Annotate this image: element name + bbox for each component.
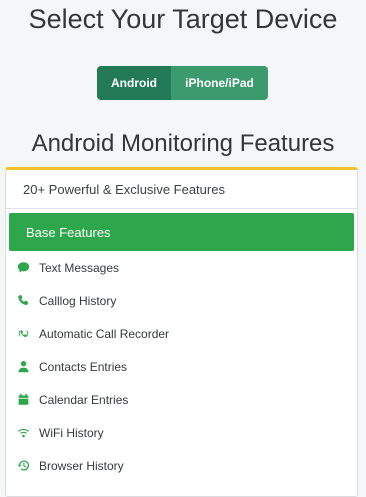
- wifi-icon: [16, 426, 30, 440]
- features-card-header: 20+ Powerful & Exclusive Features: [6, 170, 357, 209]
- call-recorder-icon: [16, 327, 30, 341]
- feature-item-calllog-history: Calllog History: [6, 284, 357, 317]
- android-tab[interactable]: Android: [97, 66, 171, 100]
- phone-icon: [16, 294, 30, 308]
- page-title: Select Your Target Device: [28, 4, 338, 34]
- iphone-ipad-tab[interactable]: iPhone/iPad: [171, 66, 268, 100]
- device-toggle: Android iPhone/iPad: [97, 66, 268, 100]
- calendar-icon: [16, 393, 30, 407]
- feature-item-browser-history: Browser History: [6, 449, 357, 482]
- history-icon: [16, 459, 30, 473]
- feature-label: Calendar Entries: [39, 392, 129, 407]
- feature-list: Text Messages Calllog History Automatic …: [6, 251, 357, 482]
- feature-label: Contacts Entries: [39, 359, 128, 374]
- feature-item-wifi-history: WiFi History: [6, 416, 357, 449]
- features-card: 20+ Powerful & Exclusive Features Base F…: [5, 167, 358, 497]
- user-icon: [16, 360, 30, 374]
- feature-label: Text Messages: [39, 260, 120, 275]
- feature-label: Browser History: [39, 458, 124, 473]
- feature-item-calendar-entries: Calendar Entries: [6, 383, 357, 416]
- feature-item-contacts-entries: Contacts Entries: [6, 350, 357, 383]
- base-features-header[interactable]: Base Features: [9, 213, 354, 251]
- section-title: Android Monitoring Features: [31, 130, 335, 157]
- feature-label: Automatic Call Recorder: [39, 326, 170, 341]
- feature-item-text-messages: Text Messages: [6, 251, 357, 284]
- feature-label: WiFi History: [39, 425, 104, 440]
- chat-icon: [16, 261, 30, 275]
- feature-label: Calllog History: [39, 293, 117, 308]
- feature-item-call-recorder: Automatic Call Recorder: [6, 317, 357, 350]
